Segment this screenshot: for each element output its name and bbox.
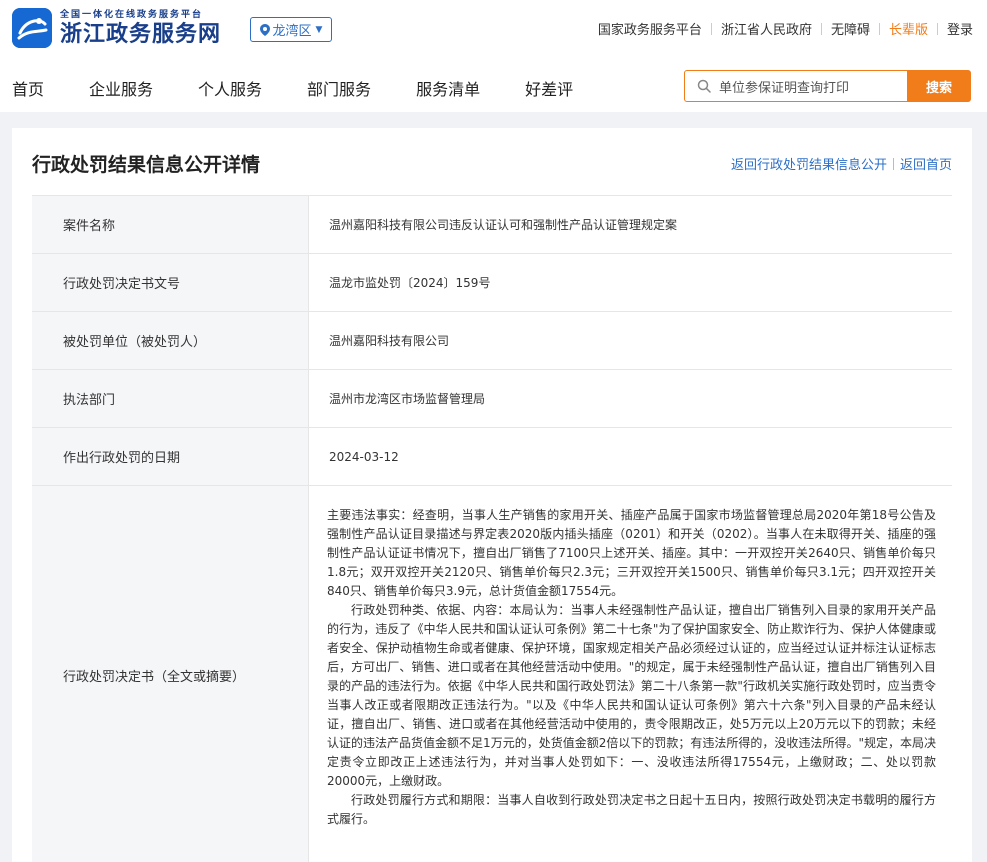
divider [820, 22, 822, 35]
search-button[interactable]: 搜索 [907, 70, 971, 102]
divider [892, 157, 894, 170]
site-logo[interactable]: 全国一体化在线政务服务平台 浙江政务服务网 [12, 8, 221, 48]
row-value: 2024-03-12 [308, 428, 952, 485]
decision-text-cell: 主要违法事实：经查明，当事人生产销售的家用开关、插座产品属于国家市场监督管理总局… [308, 486, 952, 862]
region-label: 龙湾区 [272, 24, 312, 39]
detail-card: 行政处罚结果信息公开详情 返回行政处罚结果信息公开 返回首页 案件名称 温州嘉阳… [12, 128, 972, 862]
search-input[interactable] [719, 78, 899, 94]
logo-title: 浙江政务服务网 [60, 21, 222, 47]
nav-item-service-list[interactable]: 服务清单 [416, 76, 480, 100]
table-row: 案件名称 温州嘉阳科技有限公司违反认证认可和强制性产品认证管理规定案 [32, 196, 952, 254]
detail-table: 案件名称 温州嘉阳科技有限公司违反认证认可和强制性产品认证管理规定案 行政处罚决… [32, 195, 952, 862]
login-link[interactable]: 登录 [947, 19, 973, 38]
caret-down-icon: ▼ [315, 24, 323, 35]
table-row: 作出行政处罚的日期 2024-03-12 [32, 428, 952, 486]
nav-item-review[interactable]: 好差评 [525, 76, 573, 100]
table-row: 行政处罚决定书（全文或摘要） 主要违法事实：经查明，当事人生产销售的家用开关、插… [32, 486, 952, 862]
row-label: 执法部门 [32, 370, 308, 427]
nav-item-enterprise[interactable]: 企业服务 [89, 76, 153, 100]
row-label: 被处罚单位（被处罚人） [32, 312, 308, 369]
divider [936, 22, 938, 35]
search-box [684, 70, 908, 102]
divider [878, 22, 880, 35]
breadcrumb: 返回行政处罚结果信息公开 返回首页 [731, 154, 952, 173]
row-value: 温州嘉阳科技有限公司 [308, 312, 952, 369]
row-value: 温州市龙湾区市场监督管理局 [308, 370, 952, 427]
table-row: 被处罚单位（被处罚人） 温州嘉阳科技有限公司 [32, 312, 952, 370]
row-label: 案件名称 [32, 196, 308, 253]
nav-item-department[interactable]: 部门服务 [307, 76, 371, 100]
link-elder-mode[interactable]: 长辈版 [889, 19, 928, 38]
decision-paragraph: 主要违法事实：经查明，当事人生产销售的家用开关、插座产品属于国家市场监督管理总局… [327, 508, 936, 598]
nav-item-personal[interactable]: 个人服务 [198, 76, 262, 100]
page-title: 行政处罚结果信息公开详情 [32, 154, 261, 176]
row-label: 作出行政处罚的日期 [32, 428, 308, 485]
decision-paragraph: 行政处罚种类、依据、内容：本局认为：当事人未经强制性产品认证，擅自出厂销售列入目… [327, 603, 936, 788]
row-label: 行政处罚决定书（全文或摘要） [32, 486, 308, 862]
region-selector[interactable]: 龙湾区 ▼ [250, 17, 332, 42]
link-national-platform[interactable]: 国家政务服务平台 [598, 19, 702, 38]
main-nav: 首页 企业服务 个人服务 部门服务 服务清单 好差评 [12, 76, 618, 100]
table-row: 执法部门 温州市龙湾区市场监督管理局 [32, 370, 952, 428]
logo-subtitle: 全国一体化在线政务服务平台 [60, 10, 204, 20]
logo-emblem-icon [12, 8, 52, 48]
top-header: 全国一体化在线政务服务平台 浙江政务服务网 龙湾区 ▼ 国家政务服务平台 浙江省… [0, 0, 987, 112]
back-to-list-link[interactable]: 返回行政处罚结果信息公开 [731, 154, 887, 173]
table-row: 行政处罚决定书文号 温龙市监处罚〔2024〕159号 [32, 254, 952, 312]
nav-item-home[interactable]: 首页 [12, 76, 44, 100]
row-label: 行政处罚决定书文号 [32, 254, 308, 311]
link-accessibility[interactable]: 无障碍 [831, 19, 870, 38]
decision-paragraph: 行政处罚履行方式和期限：当事人自收到行政处罚决定书之日起十五日内，按照行政处罚决… [327, 793, 936, 826]
link-provincial-government[interactable]: 浙江省人民政府 [721, 19, 812, 38]
location-pin-icon [259, 23, 270, 36]
search-icon [697, 79, 711, 93]
divider [710, 22, 712, 35]
back-home-link[interactable]: 返回首页 [900, 154, 952, 173]
top-links: 国家政务服务平台 浙江省人民政府 无障碍 长辈版 登录 [598, 19, 973, 38]
decision-text: 主要违法事实：经查明，当事人生产销售的家用开关、插座产品属于国家市场监督管理总局… [327, 506, 936, 829]
row-value: 温龙市监处罚〔2024〕159号 [308, 254, 952, 311]
row-value: 温州嘉阳科技有限公司违反认证认可和强制性产品认证管理规定案 [308, 196, 952, 253]
